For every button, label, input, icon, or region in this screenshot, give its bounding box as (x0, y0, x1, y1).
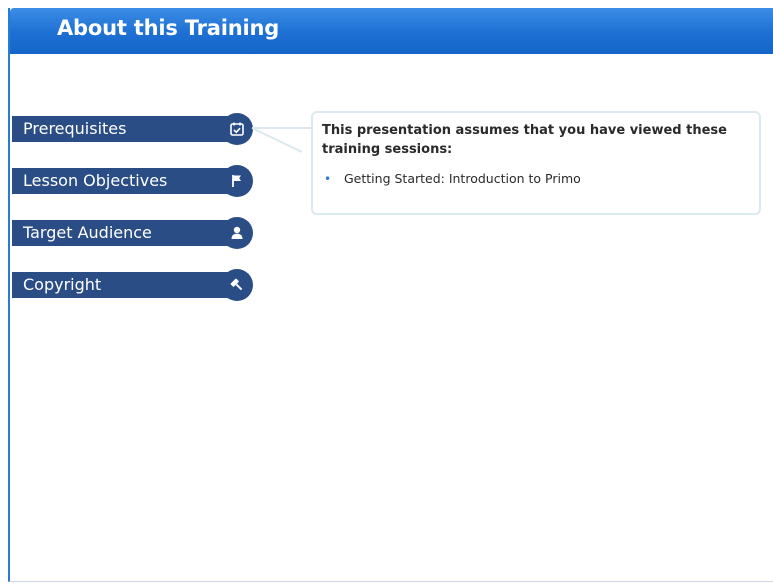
tab-copyright[interactable]: Copyright (12, 269, 253, 301)
tab-copyright-label: Copyright (23, 275, 102, 294)
tab-prerequisites-icon-circle[interactable] (221, 113, 253, 145)
title-bar: About this Training (10, 8, 773, 54)
list-item: • Getting Started: Introduction to Primo (322, 170, 581, 188)
callout-heading: This presentation assumes that you have … (322, 123, 727, 157)
person-icon (231, 226, 243, 239)
page-title: About this Training (57, 16, 280, 40)
prerequisite-list: • Getting Started: Introduction to Primo (322, 170, 581, 188)
tab-target-audience-icon-circle[interactable] (221, 217, 253, 249)
list-item-text: Getting Started: Introduction to Primo (344, 171, 581, 186)
gavel-icon (230, 278, 243, 291)
prerequisites-callout: This presentation assumes that you have … (311, 111, 761, 215)
calendar-check-icon (230, 122, 244, 136)
flag-icon (232, 175, 241, 187)
tab-lesson-objectives[interactable]: Lesson Objectives (12, 165, 253, 197)
callout-connector (251, 127, 311, 153)
slide-frame: About this Training Prerequisites Lesson… (8, 8, 773, 582)
tab-lesson-objectives-label: Lesson Objectives (23, 171, 168, 190)
tab-lesson-objectives-icon-circle[interactable] (221, 165, 253, 197)
tab-target-audience[interactable]: Target Audience (12, 217, 253, 249)
tab-target-audience-label: Target Audience (23, 223, 152, 242)
tab-prerequisites-label: Prerequisites (23, 119, 127, 138)
tab-copyright-icon-circle[interactable] (221, 269, 253, 301)
tab-prerequisites[interactable]: Prerequisites (12, 113, 253, 145)
bullet-icon: • (324, 172, 332, 186)
